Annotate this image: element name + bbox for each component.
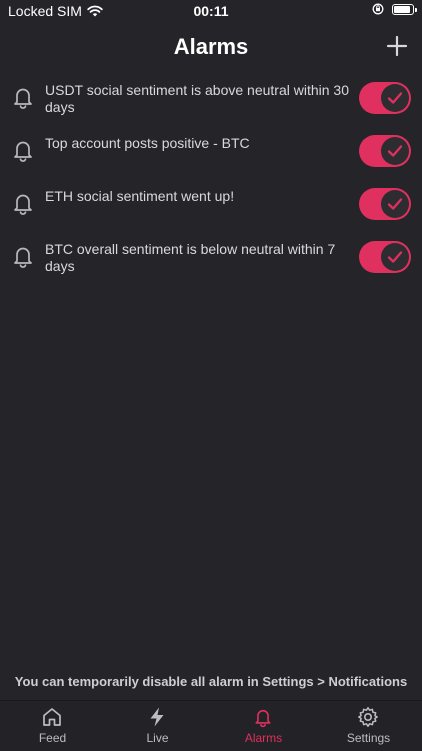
alarm-toggle[interactable] bbox=[359, 241, 411, 273]
alarm-toggle[interactable] bbox=[359, 82, 411, 114]
alarm-text: USDT social sentiment is above neutral w… bbox=[45, 82, 350, 115]
alarm-item[interactable]: ETH social sentiment went up! bbox=[0, 186, 422, 239]
checkmark-icon bbox=[387, 92, 403, 104]
alarm-list: USDT social sentiment is above neutral w… bbox=[0, 80, 422, 292]
bell-icon bbox=[10, 84, 36, 110]
tab-label: Feed bbox=[38, 731, 67, 745]
tab-settings[interactable]: Settings bbox=[316, 701, 421, 751]
orientation-lock-icon bbox=[372, 3, 384, 15]
alarm-item[interactable]: USDT social sentiment is above neutral w… bbox=[0, 80, 422, 133]
status-time: 00:11 bbox=[193, 3, 229, 19]
add-alarm-button[interactable] bbox=[386, 35, 408, 57]
bell-icon bbox=[10, 137, 36, 163]
alarm-toggle[interactable] bbox=[359, 188, 411, 220]
alarm-item[interactable]: BTC overall sentiment is below neutral w… bbox=[0, 239, 422, 292]
bell-icon bbox=[10, 190, 36, 216]
alarm-item[interactable]: Top account posts positive - BTC bbox=[0, 133, 422, 186]
tab-label: Settings bbox=[346, 731, 391, 745]
footer-note: You can temporarily disable all alarm in… bbox=[14, 674, 408, 689]
bell-icon bbox=[10, 243, 36, 269]
page-title: Alarms bbox=[173, 34, 249, 59]
tab-live[interactable]: Live bbox=[105, 701, 210, 751]
toggle-knob bbox=[381, 190, 409, 218]
alarm-text: ETH social sentiment went up! bbox=[45, 188, 235, 204]
checkmark-icon bbox=[387, 251, 403, 263]
status-bar: Locked SIM 00:11 bbox=[0, 0, 422, 24]
tab-label: Alarms bbox=[244, 731, 283, 745]
toggle-knob bbox=[381, 243, 409, 271]
tab-alarms[interactable]: Alarms bbox=[211, 701, 316, 751]
tab-label: Live bbox=[146, 731, 169, 745]
tab-feed[interactable]: Feed bbox=[0, 701, 105, 751]
toggle-knob bbox=[381, 137, 409, 165]
checkmark-icon bbox=[387, 145, 403, 157]
checkmark-icon bbox=[387, 198, 403, 210]
alarm-text: Top account posts positive - BTC bbox=[45, 135, 250, 151]
status-right bbox=[372, 3, 417, 15]
tab-bar: Feed Live Alarms Settings bbox=[0, 700, 422, 751]
alarm-text: BTC overall sentiment is below neutral w… bbox=[45, 241, 336, 274]
alarm-toggle[interactable] bbox=[359, 135, 411, 167]
toggle-knob bbox=[381, 84, 409, 112]
header: Alarms bbox=[0, 32, 422, 64]
battery-icon bbox=[392, 3, 417, 15]
